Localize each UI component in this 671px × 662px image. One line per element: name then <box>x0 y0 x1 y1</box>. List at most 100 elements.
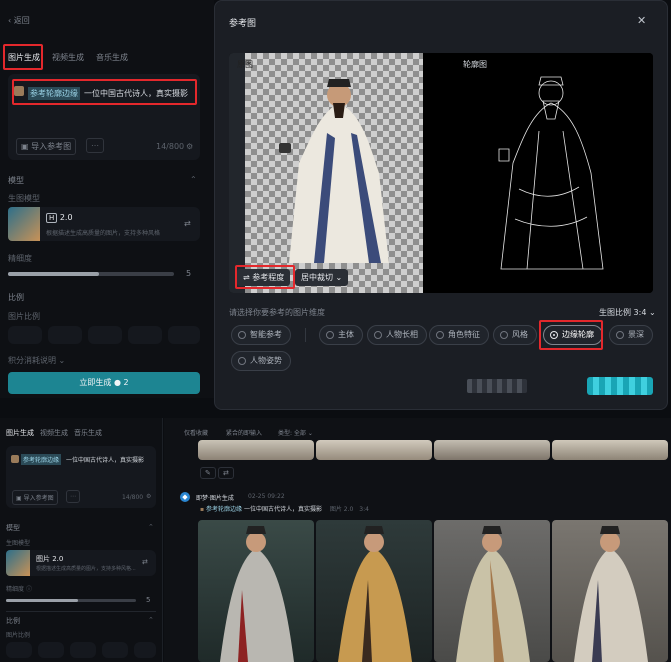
option-face[interactable]: 人物长相 <box>367 325 427 345</box>
prompt-text[interactable]: 一位中国古代诗人，真实摄影 <box>84 88 188 99</box>
close-icon[interactable]: ✕ <box>637 14 646 27</box>
radio-selected-icon <box>550 331 558 339</box>
ratio-option[interactable] <box>70 642 96 658</box>
precision-slider-fill <box>8 272 100 276</box>
option-smart-reference[interactable]: 智能参考 <box>231 325 291 345</box>
poet-figure <box>220 526 294 662</box>
tab-music-gen[interactable]: 音乐生成 <box>74 428 102 438</box>
confirm-button-blurred[interactable] <box>587 377 653 395</box>
collapse-icon[interactable]: ⌃ <box>148 616 154 624</box>
ref-thumb-icon: ▪ <box>200 506 205 513</box>
tab-image-gen[interactable]: 图片生成 <box>6 428 34 438</box>
more-button[interactable]: ⋯ <box>86 138 104 153</box>
model-section-title: 模型 <box>6 524 20 532</box>
ratio-option[interactable] <box>134 642 156 658</box>
prompt-tag: 参考轮廓边缘 <box>28 87 80 100</box>
generate-button[interactable]: 立即生成 ● 2 <box>8 372 200 394</box>
ratio-option[interactable] <box>38 642 64 658</box>
settings-icon[interactable]: ⚙ <box>186 142 193 151</box>
chevron-down-icon: ⌄ <box>58 356 66 365</box>
ratio-option[interactable] <box>102 642 128 658</box>
ratio-option[interactable] <box>8 326 42 344</box>
settings-icon[interactable]: ⚙ <box>146 493 151 500</box>
tab-video-gen[interactable]: 视频生成 <box>52 52 84 63</box>
history-image[interactable] <box>316 440 432 460</box>
generated-image-3[interactable] <box>434 520 550 662</box>
option-depth[interactable]: 景深 <box>609 325 653 345</box>
regenerate-icon[interactable]: ⇄ <box>218 467 234 479</box>
model-desc: 根据描述生成高质量的图片，支持多种风格 <box>46 230 161 237</box>
ratio-option[interactable] <box>168 326 200 344</box>
generated-image-2[interactable] <box>316 520 432 662</box>
history-time: 02-25 09:22 <box>248 493 285 500</box>
reference-degree-button[interactable]: ⇌ 参考程度 <box>237 269 291 286</box>
option-character[interactable]: 角色特征 <box>429 325 489 345</box>
model-selector[interactable]: H 2.0 根据描述生成高质量的图片，支持多种风格 ⇄ <box>8 207 200 241</box>
option-edge-outline[interactable]: 边缘轮廓 <box>543 325 603 345</box>
ref-thumb-icon <box>11 455 19 463</box>
radio-icon <box>374 331 382 339</box>
reference-modal: 参考图 ✕ 原图 轮廓图 ⇌ 参考程度 居中裁切 ⌄ 请选择你要参考的图片维度 … <box>214 0 668 410</box>
original-image <box>279 79 389 263</box>
prompt-box[interactable]: 参考轮廓边缘 一位中国古代诗人，真实摄影 ▣ 导入参考图 ⋯ 14/800 ⚙ <box>6 446 156 508</box>
import-reference-button[interactable]: ▣ 导入参考图 <box>12 490 58 505</box>
precision-slider[interactable] <box>6 599 136 602</box>
tab-image-gen[interactable]: 图片生成 <box>8 52 40 63</box>
ratio-sublabel: 图片比例 <box>8 312 40 321</box>
option-pose[interactable]: 人物姿势 <box>231 351 291 371</box>
ratio-option[interactable] <box>6 642 32 658</box>
history-image[interactable] <box>434 440 550 460</box>
cancel-button-blurred[interactable] <box>467 379 527 393</box>
model-selector[interactable]: 图片 2.0 根据描述生成高质量的图片，支持多种风格... ⇄ <box>6 550 156 576</box>
char-count: 14/800 <box>156 142 185 151</box>
ratio-option[interactable] <box>128 326 162 344</box>
char-count: 14/800 <box>122 494 144 501</box>
info-icon: ⓘ <box>25 586 32 593</box>
precision-value: 5 <box>146 596 151 604</box>
history-image[interactable] <box>552 440 668 460</box>
import-reference-button[interactable]: ▣ 导入参考图 <box>16 138 77 155</box>
ratio-option[interactable] <box>88 326 122 344</box>
top-left-panel: ‹ 返回 图片生成 视频生成 音乐生成 参考轮廓边缘 一位中国古代诗人，真实摄影… <box>0 0 214 398</box>
back-button[interactable]: ‹ 返回 <box>8 15 30 26</box>
prompt-box[interactable]: 参考轮廓边缘 一位中国古代诗人，真实摄影 ▣ 导入参考图 ⋯ 14/800 ⚙ <box>8 74 200 160</box>
filter-favorites[interactable]: 仅看收藏 <box>184 428 208 437</box>
model-name: 2.0 <box>59 213 73 222</box>
prompt-tag: 参考轮廓边缘 <box>21 454 62 465</box>
more-button[interactable]: ⋯ <box>66 490 80 503</box>
prompt-text[interactable]: 一位中国古代诗人，真实摄影 <box>66 455 144 464</box>
radio-icon <box>616 331 624 339</box>
ratio-sublabel: 图片比例 <box>6 632 31 639</box>
image-icon: ▣ <box>21 142 29 151</box>
app-logo-icon: ◆ <box>180 492 190 502</box>
credit-info[interactable]: 积分消耗说明 ⌄ <box>8 355 65 366</box>
precision-slider-fill <box>6 599 78 602</box>
ratio-option[interactable] <box>48 326 82 344</box>
filter-type[interactable]: 类型: 全部 ⌄ <box>278 428 313 437</box>
radio-icon <box>436 331 444 339</box>
generated-image-4[interactable] <box>552 520 668 662</box>
option-style[interactable]: 风格 <box>493 325 537 345</box>
history-image[interactable] <box>198 440 314 460</box>
choose-dimension-label: 请选择你要参考的图片维度 <box>229 308 325 317</box>
option-subject[interactable]: 主体 <box>319 325 363 345</box>
poet-figure <box>456 526 530 662</box>
collapse-icon[interactable]: ⌃ <box>148 523 154 531</box>
credit-icon: ● <box>113 378 121 387</box>
bottom-left-panel: 图片生成 视频生成 音乐生成 参考轮廓边缘 一位中国古代诗人，真实摄影 ▣ 导入… <box>0 418 163 662</box>
outline-label: 轮廓图 <box>463 60 487 69</box>
precision-value: 5 <box>186 269 192 278</box>
tab-music-gen[interactable]: 音乐生成 <box>96 52 128 63</box>
model-badge-icon: H <box>46 213 58 223</box>
original-label: 原图 <box>237 60 253 69</box>
edit-icon[interactable]: ✎ <box>200 467 216 479</box>
precision-slider[interactable] <box>8 272 174 276</box>
crop-dropdown[interactable]: 居中裁切 ⌄ <box>295 269 349 286</box>
outline-image <box>498 76 604 270</box>
generated-image-1[interactable] <box>198 520 314 662</box>
tab-video-gen[interactable]: 视频生成 <box>40 428 68 438</box>
filter-input[interactable]: 紧合的即输入 <box>226 428 262 437</box>
ratio-selector[interactable]: 生图比例 3:4 ⌄ <box>599 307 656 318</box>
collapse-icon[interactable]: ⌃ <box>190 175 197 184</box>
radio-icon <box>326 331 334 339</box>
